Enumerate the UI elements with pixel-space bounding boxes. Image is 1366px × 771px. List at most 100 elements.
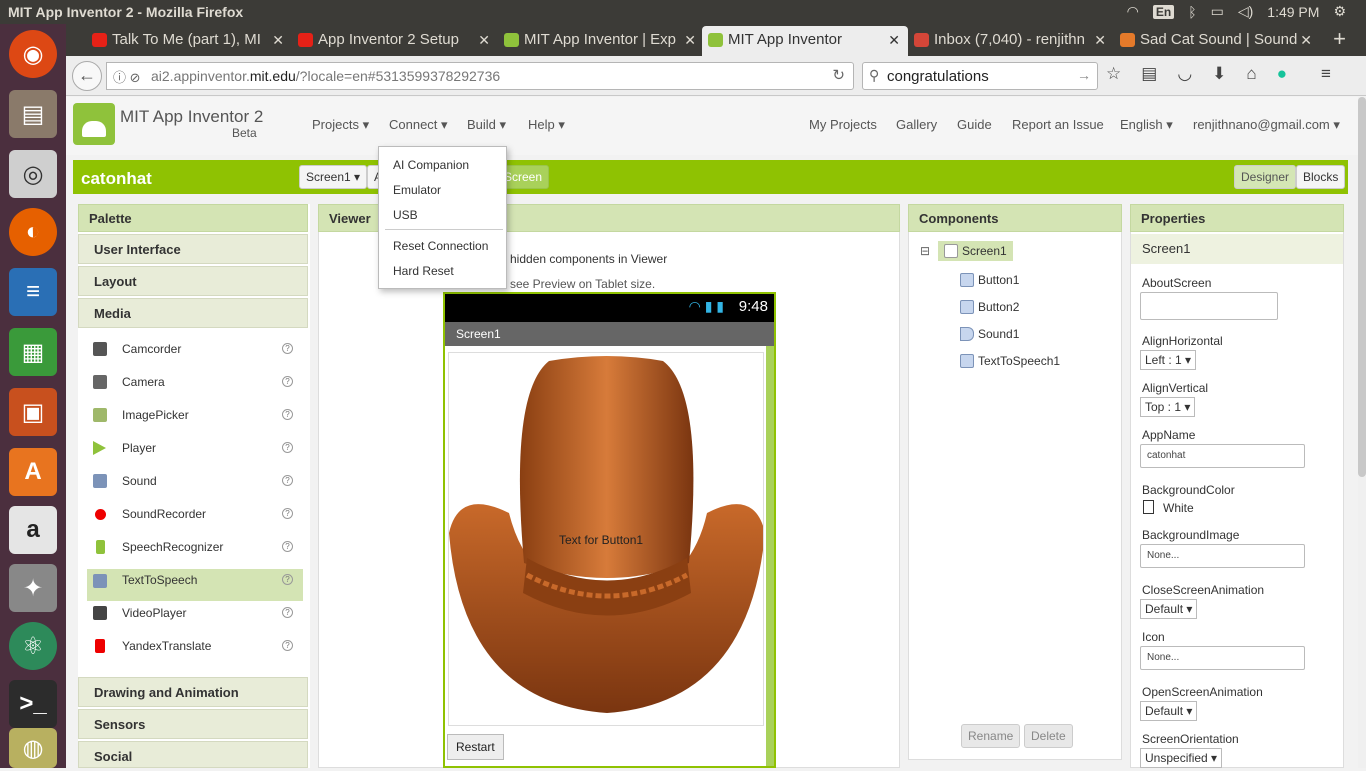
camera-app-icon[interactable]: ◎: [9, 150, 57, 198]
tab-app-inventor-exp[interactable]: MIT App Inventor | Exp ✕: [498, 26, 704, 56]
back-arrow-icon[interactable]: ←: [72, 61, 102, 91]
help-icon[interactable]: ?: [282, 574, 293, 585]
menu-account[interactable]: renjithnano@gmail.com ▾: [1193, 117, 1340, 133]
component-texttospeech1[interactable]: TextToSpeech1: [960, 354, 1060, 368]
palette-item-sound[interactable]: Sound ?: [87, 465, 303, 497]
palette-item-speechrecognizer[interactable]: SpeechRecognizer ?: [87, 531, 303, 563]
amazon-icon[interactable]: a: [9, 506, 57, 554]
close-icon[interactable]: ✕: [888, 26, 900, 54]
palette-item-camcorder[interactable]: Camcorder ?: [87, 333, 303, 365]
trash-icon[interactable]: ◍: [9, 728, 57, 768]
menu-item-ai-companion[interactable]: AI Companion: [393, 158, 469, 172]
palette-category-social[interactable]: Social: [78, 741, 308, 768]
menu-item-usb[interactable]: USB: [393, 208, 418, 222]
phone-scrollbar[interactable]: [766, 346, 774, 766]
download-icon[interactable]: ⬇: [1212, 64, 1226, 84]
site-info-icon[interactable]: ⓘ ⊘: [113, 67, 141, 86]
link-report-issue[interactable]: Report an Issue: [1012, 117, 1104, 132]
palette-item-camera[interactable]: Camera ?: [87, 366, 303, 398]
terminal-icon[interactable]: >_: [9, 680, 57, 728]
link-guide[interactable]: Guide: [957, 117, 992, 132]
help-icon[interactable]: ?: [282, 508, 293, 519]
file-manager-icon[interactable]: ▤: [9, 90, 57, 138]
palette-category-user-interface[interactable]: User Interface: [78, 234, 308, 264]
clock[interactable]: 1:49 PM: [1267, 4, 1319, 20]
grammarly-icon[interactable]: ●: [1277, 64, 1287, 84]
palette-category-sensors[interactable]: Sensors: [78, 709, 308, 739]
help-icon[interactable]: ?: [282, 607, 293, 618]
power-gear-icon[interactable]: ⚙: [1333, 3, 1346, 20]
palette-category-layout[interactable]: Layout: [78, 266, 308, 296]
pocket-icon[interactable]: ◡: [1177, 64, 1192, 84]
keyboard-layout-indicator[interactable]: En: [1152, 4, 1175, 19]
palette-item-player[interactable]: Player ?: [87, 432, 303, 464]
bookmark-star-icon[interactable]: ☆: [1106, 64, 1121, 84]
open-screen-animation-select[interactable]: Default ▾: [1140, 701, 1198, 721]
reading-list-icon[interactable]: ▤: [1141, 64, 1157, 84]
close-icon[interactable]: ✕: [272, 26, 284, 54]
screen-select-dropdown[interactable]: Screen1 ▾: [299, 165, 368, 189]
hamburger-menu-icon[interactable]: ≡: [1321, 64, 1331, 84]
delete-button[interactable]: Delete: [1024, 724, 1073, 748]
tab-talk-to-me[interactable]: Talk To Me (part 1), MI ✕: [86, 26, 292, 56]
background-image-picker[interactable]: None...: [1140, 544, 1305, 568]
restart-button[interactable]: Restart: [447, 734, 504, 760]
menu-item-hard-reset[interactable]: Hard Reset: [393, 264, 454, 278]
calc-icon[interactable]: ▦: [9, 328, 57, 376]
search-box[interactable]: ⚲ congratulations →: [862, 62, 1098, 90]
screen-orientation-select[interactable]: Unspecified ▾: [1140, 748, 1223, 768]
app-inventor-logo-icon[interactable]: [73, 103, 115, 145]
software-center-icon[interactable]: A: [9, 448, 57, 496]
menu-projects[interactable]: Projects ▾: [312, 117, 369, 133]
palette-item-yandextranslate[interactable]: YandexTranslate ?: [87, 630, 303, 662]
rename-button[interactable]: Rename: [961, 724, 1021, 748]
background-color-swatch[interactable]: [1143, 500, 1154, 514]
icon-picker[interactable]: None...: [1140, 646, 1305, 670]
link-my-projects[interactable]: My Projects: [809, 117, 877, 132]
align-horizontal-select[interactable]: Left : 1 ▾: [1140, 350, 1197, 370]
search-go-arrow-icon[interactable]: →: [1077, 67, 1091, 83]
palette-item-soundrecorder[interactable]: SoundRecorder ?: [87, 498, 303, 530]
component-screen1[interactable]: Screen1: [938, 241, 1013, 261]
help-icon[interactable]: ?: [282, 475, 293, 486]
menu-language[interactable]: English ▾: [1120, 117, 1173, 133]
menu-item-emulator[interactable]: Emulator: [393, 183, 441, 197]
battery-icon[interactable]: ▭: [1211, 3, 1224, 20]
help-icon[interactable]: ?: [282, 442, 293, 453]
help-icon[interactable]: ?: [282, 409, 293, 420]
menu-connect[interactable]: Connect ▾: [389, 117, 448, 133]
component-button1[interactable]: Button1: [960, 273, 1019, 287]
designer-button[interactable]: Designer: [1234, 165, 1297, 189]
atom-icon[interactable]: ⚛: [9, 622, 57, 670]
background-color-value[interactable]: White: [1163, 501, 1194, 515]
palette-category-media[interactable]: Media: [78, 298, 308, 328]
impress-icon[interactable]: ▣: [9, 388, 57, 436]
bluetooth-icon[interactable]: ᛒ: [1188, 4, 1196, 20]
collapse-tree-icon[interactable]: ⊟: [920, 244, 930, 258]
firefox-icon[interactable]: ◐: [9, 208, 57, 256]
palette-category-drawing-animation[interactable]: Drawing and Animation: [78, 677, 308, 707]
align-vertical-select[interactable]: Top : 1 ▾: [1140, 397, 1196, 417]
component-button2[interactable]: Button2: [960, 300, 1019, 314]
page-scrollbar-thumb[interactable]: [1358, 97, 1366, 477]
home-icon[interactable]: ⌂: [1246, 64, 1256, 84]
menu-help[interactable]: Help ▾: [528, 117, 565, 133]
component-sound1[interactable]: Sound1: [960, 327, 1019, 341]
reload-icon[interactable]: ↻: [832, 66, 845, 84]
writer-icon[interactable]: ≡: [9, 268, 57, 316]
close-icon[interactable]: ✕: [478, 26, 490, 54]
ubuntu-dash-icon[interactable]: ◉: [9, 30, 57, 78]
close-icon[interactable]: ✕: [684, 26, 696, 54]
new-tab-plus-icon[interactable]: +: [1333, 26, 1346, 52]
hat-image-button[interactable]: Text for Button1: [448, 352, 764, 726]
help-icon[interactable]: ?: [282, 343, 293, 354]
menu-build[interactable]: Build ▾: [467, 117, 506, 133]
close-screen-animation-select[interactable]: Default ▾: [1140, 599, 1198, 619]
tab-app-inventor-setup[interactable]: App Inventor 2 Setup ✕: [292, 26, 498, 56]
app-name-input[interactable]: catonhat: [1140, 444, 1305, 468]
settings-icon[interactable]: ✦: [9, 564, 57, 612]
help-icon[interactable]: ?: [282, 376, 293, 387]
palette-item-imagepicker[interactable]: ImagePicker ?: [87, 399, 303, 431]
search-input[interactable]: congratulations: [887, 68, 989, 85]
palette-item-videoplayer[interactable]: VideoPlayer ?: [87, 597, 303, 629]
